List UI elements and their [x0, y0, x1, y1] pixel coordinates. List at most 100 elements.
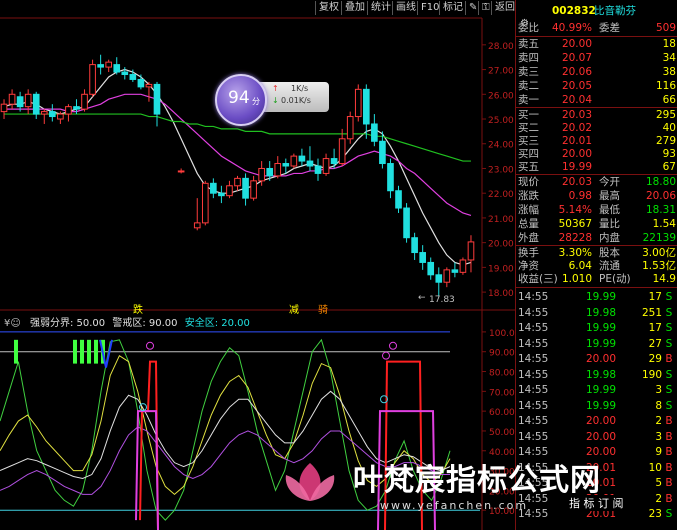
- score-circle: 94 分: [215, 74, 267, 126]
- ask-label: 卖五: [518, 38, 539, 50]
- quote-label: 内盘: [599, 232, 620, 244]
- weibi-value: 40.99%: [551, 22, 592, 34]
- quote-value: 20.03: [561, 176, 592, 188]
- ask-label: 卖四: [518, 52, 539, 64]
- signal-green-bar: [94, 339, 98, 364]
- chart-area[interactable]: 28.00 27.00 26.00 25.00 24.00 23.00 22.00 21.00…: [0, 0, 515, 530]
- candle-body: [153, 83, 161, 115]
- candle-body: [226, 185, 233, 197]
- tick-row[interactable]: 14:55 20.00 2 B: [516, 414, 677, 429]
- stats-button[interactable]: 统计: [367, 1, 394, 15]
- candle-body: [443, 269, 451, 283]
- candle-body: [371, 123, 378, 142]
- price-y-ticks: 28.00 27.00 26.00 25.00 24.00 23.00 22.00 21.00…: [482, 42, 514, 299]
- candle-body: [242, 177, 249, 199]
- stock-header: 002832 比音勒芬: [516, 4, 677, 20]
- tick-time: 14:55: [518, 430, 549, 443]
- tick-side: B: [665, 353, 673, 365]
- fuquan-button[interactable]: 复权: [315, 1, 342, 15]
- quote-label: 总量: [518, 218, 539, 230]
- candle-body: [387, 163, 394, 192]
- candle-body: [0, 103, 8, 113]
- candle-body: [250, 180, 257, 199]
- quote-value: 22139: [642, 232, 676, 244]
- tick-time: 14:55: [518, 306, 549, 319]
- tick-row[interactable]: 14:55 19.99 27 S: [516, 337, 677, 352]
- tick-row[interactable]: 14:55 20.00 3 B: [516, 430, 677, 445]
- ask-row: 卖四 20.07 34: [516, 51, 677, 66]
- tick-side: S: [665, 337, 673, 350]
- mark-button[interactable]: 标记: [439, 1, 466, 15]
- candle-body: [137, 78, 145, 88]
- tick-row[interactable]: 14:55 19.99 17 S: [516, 290, 677, 305]
- tick-row[interactable]: 14:55 19.99 8 S: [516, 399, 677, 414]
- legend-qiangruo: 强弱分界: 50.00: [29, 318, 106, 329]
- tick-price: 20.00: [585, 353, 616, 365]
- tick-side: S: [665, 368, 673, 381]
- ask-volume: 34: [662, 52, 676, 64]
- ask-row: 卖一 20.04 66: [516, 93, 677, 108]
- candle-body: [40, 111, 48, 115]
- bid-price: 19.99: [561, 161, 592, 173]
- tick-time: 14:55: [518, 415, 549, 427]
- candle-body: [210, 182, 217, 194]
- quote-label: 涨跌: [518, 190, 539, 202]
- ask-volume: 18: [662, 38, 676, 50]
- candle-body: [113, 64, 121, 73]
- quote-value: 18.31: [645, 204, 676, 216]
- tick-price: 19.98: [585, 368, 616, 381]
- price-tick-label: 27.00: [488, 67, 514, 77]
- lotus-logo-icon: [285, 463, 335, 501]
- candle-body: [298, 155, 306, 162]
- overlay-button[interactable]: 叠加: [341, 1, 368, 15]
- ask-price: 20.06: [561, 66, 592, 78]
- tick-volume: 29: [648, 353, 662, 365]
- ask-row: 卖五 20.00 18: [516, 37, 677, 52]
- tick-volume: 2: [655, 415, 662, 427]
- signal-green-bar: [87, 339, 91, 364]
- signal-marker-icon: [389, 341, 397, 350]
- tick-volume: 251: [641, 306, 662, 319]
- tick-side: S: [665, 291, 673, 303]
- candle-body: [290, 155, 298, 167]
- candle-body: [451, 269, 459, 273]
- tick-row[interactable]: 14:55 19.99 3 S: [516, 383, 677, 398]
- ask-label: 卖二: [518, 80, 539, 92]
- candle-body: [354, 88, 362, 118]
- candle-body: [145, 83, 153, 88]
- signal-green-bar: [80, 339, 84, 364]
- tick-time: 14:55: [518, 353, 549, 365]
- quote-label: 量比: [599, 218, 620, 230]
- tick-time: 14:55: [518, 399, 549, 412]
- ask-price: 20.07: [561, 52, 592, 64]
- score-badge[interactable]: ↑ 1K/s ↓ 0.01K/s 94 分: [215, 74, 335, 126]
- candle-body: [274, 163, 282, 177]
- tick-side: S: [665, 306, 673, 319]
- candle-body: [57, 113, 64, 120]
- price-tick-label: 25.00: [488, 116, 514, 126]
- candle-body: [395, 190, 402, 209]
- candle-body: [129, 74, 137, 80]
- indicator-tick-label: 50.00: [489, 428, 515, 438]
- tick-time: 14:55: [518, 291, 549, 303]
- ask-row: 卖三 20.06 38: [516, 65, 677, 80]
- quote-row: 涨跌 0.98 最高 20.06: [516, 189, 677, 204]
- tick-row[interactable]: 14:55 19.98 190 S: [516, 368, 677, 383]
- back-button[interactable]: 返回: [491, 1, 518, 15]
- tick-side: B: [665, 415, 673, 427]
- tick-row[interactable]: 14:55 19.98 251 S: [516, 306, 677, 321]
- tick-row[interactable]: 14:55 20.00 29 B: [516, 352, 677, 367]
- quote-value: 50367: [558, 218, 592, 230]
- watermark-title: 叶梵宸指标公式网: [353, 463, 601, 498]
- candle-body: [467, 241, 475, 261]
- signal-marker-icon: [139, 403, 147, 412]
- price-tick-label: 26.00: [488, 91, 514, 101]
- candle-body: [177, 170, 185, 173]
- tick-row[interactable]: 14:55 19.99 17 S: [516, 321, 677, 336]
- candle-body: [362, 88, 370, 125]
- legend-anquan: 安全区: 20.00: [184, 318, 250, 329]
- draw-line-button[interactable]: 画线: [392, 1, 419, 15]
- candle-body: [346, 116, 354, 140]
- price-tick-label: 24.00: [488, 141, 514, 151]
- quote-value: 18.80: [645, 176, 676, 188]
